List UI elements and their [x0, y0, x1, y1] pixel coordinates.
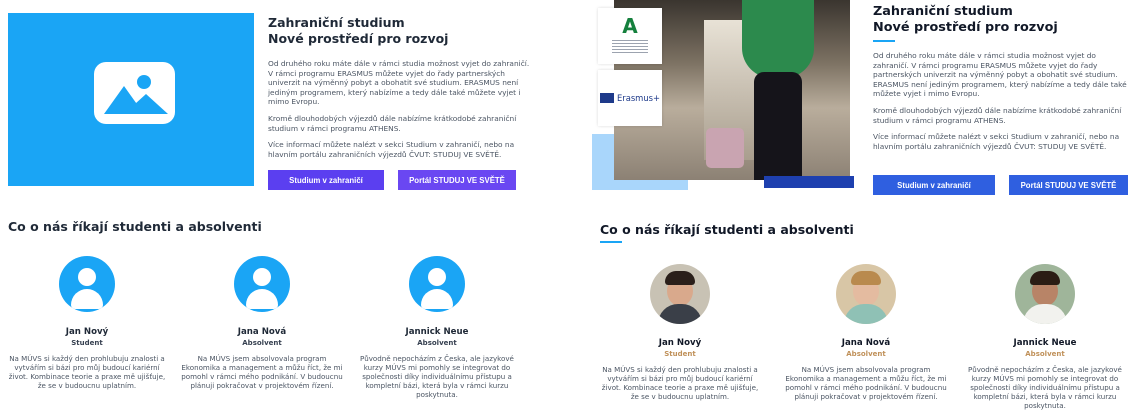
testimonial-name: Jana Nová	[237, 327, 287, 337]
testimonial-quote: Na MÚVS si každý den prohlubuju znalosti…	[8, 354, 166, 390]
heading-line1: Zahraniční studium	[873, 4, 1013, 19]
erasmus-logo: Erasmus+	[598, 70, 662, 126]
testimonial-card: Jannick Neue Absolvent Původně nepochází…	[355, 256, 519, 399]
avatar-placeholder-icon	[234, 256, 290, 312]
testimonial-role: Absolvent	[242, 339, 282, 347]
testimonial-card: Jannick Neue Absolvent Původně nepochází…	[962, 264, 1128, 410]
testimonial-role: Absolvent	[1025, 350, 1065, 358]
image-placeholder	[8, 13, 254, 186]
testimonial-name: Jannick Neue	[405, 327, 469, 337]
testimonial-role: Student	[664, 350, 696, 358]
paragraph: Od druhého roku máte dále v rámci studia…	[873, 51, 1127, 99]
study-abroad-button[interactable]: Studium v zahraničí	[873, 175, 995, 195]
testimonial-quote: Na MÚVS jsem absolvovala program Ekonomi…	[181, 354, 343, 390]
final-design-panel: A Erasmus+ Zahraniční studium Nové prost…	[590, 0, 1128, 419]
paragraph: Od druhého roku máte dále v rámci studia…	[268, 59, 530, 107]
testimonial-quote: Na MÚVS jsem absolvovala program Ekonomi…	[785, 365, 947, 401]
testimonial-card: Jan Nový Student Na MÚVS si každý den pr…	[6, 256, 168, 390]
avatar	[650, 264, 710, 324]
section-underline	[600, 241, 622, 243]
testimonial-card: Jana Nová Absolvent Na MÚVS jsem absolvo…	[181, 256, 343, 390]
avatar	[1015, 264, 1075, 324]
testimonial-role: Absolvent	[846, 350, 886, 358]
decorative-accent	[764, 176, 854, 188]
paragraph: Kromě dlouhodobých výjezdů dále nabízíme…	[873, 105, 1122, 125]
paragraph: Kromě dlouhodobých výjezdů dále nabízíme…	[268, 113, 517, 133]
wireframe-panel: Zahraniční studium Nové prostředí pro ro…	[0, 0, 540, 419]
testimonial-name: Jan Nový	[658, 338, 702, 348]
testimonials-title: Co o nás říkají studenti a absolventi	[600, 222, 854, 237]
testimonial-quote: Původně nepocházím z Česka, ale jazykové…	[968, 365, 1122, 410]
testimonial-name: Jana Nová	[841, 338, 891, 348]
avatar-placeholder-icon	[409, 256, 465, 312]
hero-media: A Erasmus+	[590, 0, 854, 195]
testimonial-card: Jan Nový Student Na MÚVS si každý den pr…	[598, 264, 762, 401]
testimonial-name: Jan Nový	[65, 327, 109, 337]
eu-flag-icon	[599, 93, 614, 103]
study-abroad-button[interactable]: Studium v zahraničí	[268, 170, 384, 190]
testimonial-name: Jannick Neue	[1013, 338, 1077, 348]
portal-button[interactable]: Portál STUDUJ VE SVĚTĚ	[398, 170, 516, 190]
intro-text-block: Zahraniční studium Nové prostředí pro ro…	[873, 4, 1128, 151]
testimonial-quote: Na MÚVS si každý den prohlubuju znalosti…	[601, 365, 759, 401]
testimonial-card: Jana Nová Absolvent Na MÚVS jsem absolvo…	[784, 264, 948, 401]
heading-line2: Nové prostředí pro rozvoj	[268, 31, 449, 46]
intro-text-block: Zahraniční studium Nové prostředí pro ro…	[268, 15, 530, 159]
portal-button[interactable]: Portál STUDUJ VE SVĚTĚ	[1009, 175, 1128, 195]
athens-logo: A	[598, 8, 662, 64]
testimonial-role: Student	[71, 339, 103, 347]
erasmus-logo-text: Erasmus+	[616, 93, 661, 103]
heading-line1: Zahraniční studium	[268, 15, 405, 30]
paragraph: Více informací můžete nalézt v sekci Stu…	[268, 140, 515, 159]
heading-underline	[873, 40, 895, 42]
avatar	[836, 264, 896, 324]
heading-line2: Nové prostředí pro rozvoj	[873, 20, 1058, 35]
athens-logo-icon: A	[622, 14, 638, 38]
testimonials-title: Co o nás říkají studenti a absolventi	[8, 219, 262, 234]
paragraph: Více informací můžete nalézt v sekci Stu…	[873, 132, 1120, 151]
testimonial-quote: Původně nepocházím z Česka, ale jazykové…	[360, 354, 514, 399]
image-icon	[94, 62, 175, 124]
avatar-placeholder-icon	[59, 256, 115, 312]
testimonial-role: Absolvent	[417, 339, 457, 347]
